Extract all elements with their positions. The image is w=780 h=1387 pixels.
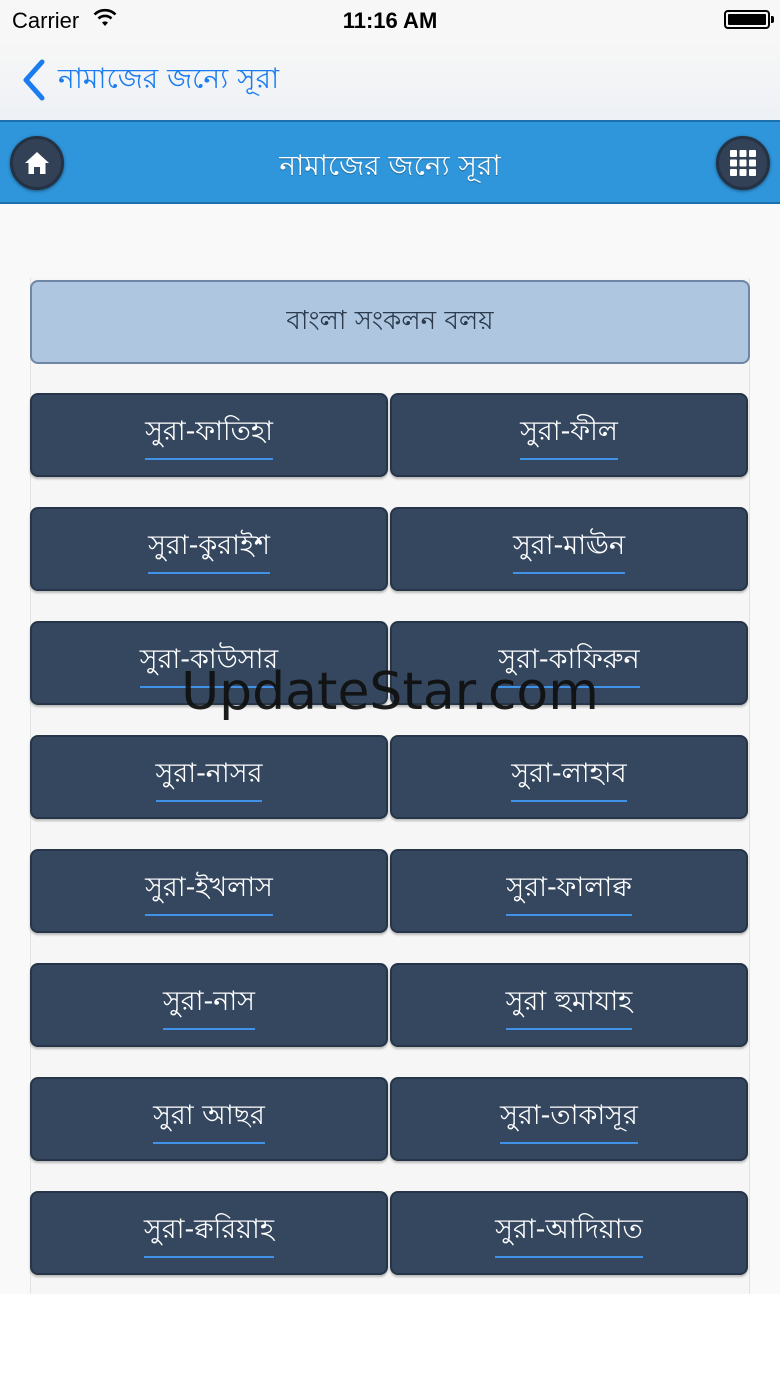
sura-label: সুরা-ফাতিহা <box>145 411 273 460</box>
grid-menu-icon <box>730 150 756 176</box>
sura-button[interactable]: সুরা আছর <box>30 1077 388 1161</box>
sura-label: সুরা আছর <box>153 1095 265 1144</box>
sura-label: সুরা-কাফিরুন <box>498 639 640 688</box>
sura-button[interactable]: সুরা-ফাতিহা <box>30 393 388 477</box>
sura-label: সুরা-কুরাইশ <box>148 525 270 574</box>
sura-button[interactable]: সুরা-তাকাসূর <box>390 1077 748 1161</box>
sura-button[interactable]: সুরা-ক্বরিয়াহ <box>30 1191 388 1275</box>
sura-button[interactable]: সুরা-নাস <box>30 963 388 1047</box>
sura-label: সুরা-ফালাক্ব <box>506 867 632 916</box>
sura-label: সুরা-ক্বরিয়াহ <box>143 1209 275 1258</box>
sura-button[interactable]: সুরা-কাউসার <box>30 621 388 705</box>
sura-button[interactable]: সুরা-ফালাক্ব <box>390 849 748 933</box>
sura-button[interactable]: সুরা হুমাযাহ <box>390 963 748 1047</box>
sura-button[interactable]: সুরা-মাঊন <box>390 507 748 591</box>
sura-button[interactable]: সুরা-ইখলাস <box>30 849 388 933</box>
sura-label: সুরা-মাঊন <box>512 525 626 574</box>
sura-grid: সুরা-ফাতিহা সুরা-ফীল সুরা-কুরাইশ সুরা-মা… <box>30 393 750 1275</box>
sura-label: সুরা-লাহাব <box>511 753 627 802</box>
sura-button[interactable]: সুরা-আদিয়াত <box>390 1191 748 1275</box>
sura-label: সুরা-নাস <box>162 981 256 1030</box>
menu-grid-button[interactable] <box>716 136 770 190</box>
collection-banner[interactable]: বাংলা সংকলন বলয় <box>30 280 750 364</box>
chevron-left-icon <box>23 59 45 101</box>
sura-label: সুরা-কাউসার <box>139 639 279 688</box>
sura-label: সুরা-নাসর <box>155 753 263 802</box>
content-area: বাংলা সংকলন বলয় সুরা-ফাতিহা সুরা-ফীল সু… <box>0 204 780 1294</box>
page-title: নামাজের জন্যে সূরা <box>279 149 501 182</box>
navigation-bar: নামাজের জন্যে সূরা <box>0 40 780 120</box>
bottom-blank-area <box>0 1294 780 1387</box>
status-time: 11:16 AM <box>342 8 438 33</box>
back-label: নামাজের জন্যে সূরা <box>58 61 280 95</box>
collection-banner-label: বাংলা সংকলন বলয় <box>286 306 494 336</box>
sura-button[interactable]: সুরা-নাসর <box>30 735 388 819</box>
sura-button[interactable]: সুরা-কুরাইশ <box>30 507 388 591</box>
sura-label: সুরা-তাকাসূর <box>500 1095 638 1144</box>
sura-button[interactable]: সুরা-কাফিরুন <box>390 621 748 705</box>
sura-label: সুরা-ইখলাস <box>145 867 273 916</box>
sura-label: সুরা-আদিয়াত <box>495 1209 643 1258</box>
sura-button[interactable]: সুরা-লাহাব <box>390 735 748 819</box>
app-header: নামাজের জন্যে সূরা <box>0 120 780 204</box>
sura-label: সুরা হুমাযাহ <box>505 981 633 1030</box>
battery-icon <box>724 10 774 29</box>
sura-button[interactable]: সুরা-ফীল <box>390 393 748 477</box>
status-bar: Carrier 11:16 AM <box>0 0 780 40</box>
sura-label: সুরা-ফীল <box>520 411 618 460</box>
back-button[interactable]: নামাজের জন্যে সূরা <box>20 58 279 102</box>
